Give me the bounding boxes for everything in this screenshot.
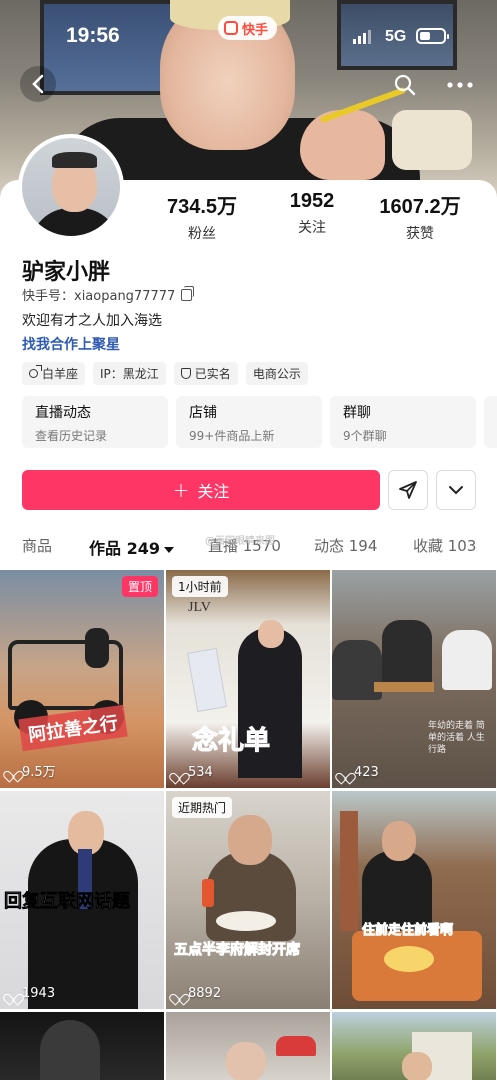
profile-bio: 欢迎有才之人加入海选 bbox=[22, 313, 162, 329]
heart-icon bbox=[173, 768, 184, 778]
stat-value: 1952 bbox=[289, 190, 335, 212]
trending-badge: 近期热门 bbox=[172, 797, 233, 818]
video-thumbnail[interactable]: 置顶 阿拉善之行 9.5万 bbox=[0, 570, 164, 788]
shield-icon bbox=[180, 368, 191, 379]
expand-button[interactable] bbox=[436, 470, 476, 510]
back-button[interactable] bbox=[20, 66, 56, 102]
heart-icon bbox=[7, 989, 18, 999]
app-badge-label: 快手 bbox=[242, 22, 269, 38]
like-count: 423 bbox=[339, 765, 379, 780]
tab-favorites[interactable]: 收藏 103 bbox=[413, 535, 476, 556]
app-badge[interactable]: 快手 bbox=[218, 16, 278, 40]
tag-ecommerce[interactable]: 电商公示 bbox=[245, 362, 308, 385]
stat-label: 获赞 bbox=[406, 226, 434, 242]
video-thumbnail[interactable] bbox=[332, 1012, 496, 1080]
battery-icon bbox=[416, 28, 449, 44]
tag-ip: IP：黑龙江 bbox=[93, 362, 166, 385]
heart-icon bbox=[173, 989, 184, 999]
caret-down-icon bbox=[163, 546, 174, 553]
follow-button[interactable]: + 关注 bbox=[22, 470, 380, 510]
tag-zodiac: 白羊座 bbox=[22, 362, 86, 385]
heart-icon bbox=[7, 766, 18, 776]
banner-hand bbox=[300, 110, 385, 180]
stat-value: 734.5万 bbox=[166, 196, 238, 218]
feature-title: 群聊 bbox=[343, 405, 371, 421]
tag-label: 白羊座 bbox=[42, 367, 79, 381]
stat-following[interactable]: 1952 关注 bbox=[272, 190, 352, 237]
feature-subtitle: 9个群聊 bbox=[343, 429, 387, 443]
banner-pillow bbox=[392, 110, 472, 170]
video-caption: 五点半李府解封开席 bbox=[174, 942, 301, 959]
like-count: 534 bbox=[173, 765, 213, 780]
kwai-id: 快手号：xiaopang77777 bbox=[22, 289, 176, 304]
male-icon bbox=[29, 365, 42, 378]
copy-icon[interactable] bbox=[181, 285, 195, 301]
feature-title: 店铺 bbox=[189, 405, 217, 421]
feature-shop[interactable]: 店铺 99+件商品上新 bbox=[176, 396, 322, 448]
tab-label: 动态 194 bbox=[314, 537, 378, 555]
video-caption: 回复互联网话题 bbox=[4, 891, 131, 913]
follow-label: 关注 bbox=[197, 482, 230, 501]
tab-moments[interactable]: 动态 194 bbox=[314, 535, 377, 556]
like-count: 9.5万 bbox=[7, 761, 56, 780]
recent-badge: 1小时前 bbox=[172, 576, 228, 597]
stat-label: 粉丝 bbox=[188, 226, 216, 242]
like-count: 1943 bbox=[7, 986, 55, 1001]
video-thumbnail[interactable]: 年幼的走着 简单的活着 人生行路 423 bbox=[332, 570, 496, 788]
video-caption: 念礼单 bbox=[191, 726, 271, 757]
network-label: 5G bbox=[385, 28, 407, 45]
chevron-left-icon bbox=[32, 74, 44, 94]
video-thumbnail[interactable] bbox=[166, 1012, 330, 1080]
kwai-logo-icon bbox=[224, 21, 238, 35]
profile-name: 驴家小胖 bbox=[22, 260, 111, 285]
signal-icon bbox=[353, 30, 371, 44]
tab-works[interactable]: 作品 249 bbox=[89, 535, 174, 559]
more-button[interactable] bbox=[440, 68, 480, 102]
profile-tags: 白羊座 IP：黑龙江 已实名 电商公示 bbox=[22, 362, 308, 385]
search-icon bbox=[394, 74, 416, 96]
feature-more-peek[interactable] bbox=[484, 396, 497, 448]
video-overlay-text: 年幼的走着 简单的活着 人生行路 bbox=[428, 721, 485, 755]
plus-icon: + bbox=[172, 478, 190, 502]
video-caption: 住前走住前看啊 bbox=[361, 923, 454, 939]
feature-live-history[interactable]: 直播动态 查看历史记录 bbox=[22, 396, 168, 448]
tag-verified[interactable]: 已实名 bbox=[173, 362, 238, 385]
pinned-badge: 置顶 bbox=[121, 576, 158, 597]
like-count: 8892 bbox=[173, 986, 221, 1001]
tag-label: 电商公示 bbox=[252, 367, 301, 381]
share-button[interactable] bbox=[388, 470, 428, 510]
tag-label: IP：黑龙江 bbox=[100, 367, 159, 381]
stat-value: 1607.2万 bbox=[379, 196, 461, 218]
send-icon bbox=[399, 481, 417, 499]
tab-label: 收藏 103 bbox=[413, 537, 477, 555]
feature-subtitle: 查看历史记录 bbox=[35, 429, 108, 443]
status-bar: 19:56 快手 5G bbox=[0, 0, 497, 70]
tag-label: 已实名 bbox=[194, 367, 231, 381]
kwai-id-row[interactable]: 快手号：xiaopang77777 bbox=[22, 285, 195, 304]
tab-products[interactable]: 商品 bbox=[22, 535, 52, 556]
feature-subtitle: 99+件商品上新 bbox=[189, 429, 275, 443]
stat-likes[interactable]: 1607.2万 获赞 bbox=[375, 190, 465, 243]
tab-label: 商品 bbox=[22, 537, 53, 555]
feature-group-chat[interactable]: 群聊 9个群聊 bbox=[330, 396, 476, 448]
video-thumbnail[interactable]: 住前走住前看啊 bbox=[332, 791, 496, 1009]
video-thumbnail[interactable]: 近期热门 五点半李府解封开席 8892 bbox=[166, 791, 330, 1009]
feature-title: 直播动态 bbox=[35, 405, 91, 421]
stat-fans[interactable]: 734.5万 粉丝 bbox=[162, 190, 242, 243]
stat-label: 关注 bbox=[298, 220, 326, 236]
chevron-down-icon bbox=[449, 486, 463, 495]
tab-label: 作品 249 bbox=[89, 539, 160, 558]
video-thumbnail[interactable] bbox=[0, 1012, 164, 1080]
video-thumbnail[interactable]: JLV 1小时前 念礼单 534 bbox=[166, 570, 330, 788]
video-thumbnail[interactable]: 回复互联网话题 1943 bbox=[0, 791, 164, 1009]
more-dots-icon bbox=[447, 82, 473, 88]
feature-entries: 直播动态 查看历史记录 店铺 99+件商品上新 群聊 9个群聊 bbox=[22, 396, 497, 448]
watermark: @画园眼睛来图 bbox=[205, 536, 275, 547]
brand-text: JLV bbox=[188, 600, 211, 615]
heart-icon bbox=[339, 768, 350, 778]
cooperation-link[interactable]: 找我合作上聚星 bbox=[22, 334, 120, 354]
search-button[interactable] bbox=[388, 68, 422, 102]
avatar[interactable] bbox=[18, 134, 124, 240]
status-time: 19:56 bbox=[66, 24, 120, 47]
